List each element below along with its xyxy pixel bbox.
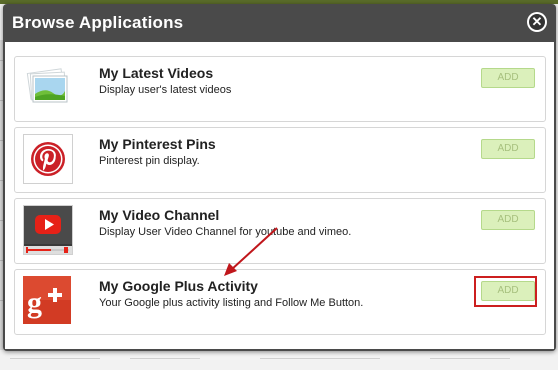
app-description: Pinterest pin display. (99, 155, 200, 167)
youtube-play-icon (23, 205, 73, 255)
app-name: My Video Channel (99, 207, 220, 223)
browse-applications-dialog: Browse Applications ✕ My Latest Videos D… (3, 4, 556, 351)
google-plus-icon: g (23, 276, 71, 324)
svg-text:g: g (27, 286, 42, 319)
app-description: Your Google plus activity listing and Fo… (99, 297, 364, 309)
app-description: Display user's latest videos (99, 84, 232, 96)
background-bottom-strip (0, 352, 558, 370)
app-row-latest-videos: My Latest Videos Display user's latest v… (14, 56, 546, 122)
app-row-video-channel: My Video Channel Display User Video Chan… (14, 198, 546, 264)
close-button[interactable]: ✕ (527, 12, 547, 32)
app-description: Display User Video Channel for youtube a… (99, 226, 352, 238)
app-row-google-plus-activity: g My Google Plus Activity Your Google pl… (14, 269, 546, 335)
app-name: My Latest Videos (99, 65, 214, 81)
add-button-video-channel[interactable]: ADD (481, 210, 535, 230)
close-icon[interactable]: ✕ (529, 14, 545, 30)
photo-stack-icon (23, 63, 71, 111)
dialog-titlebar: Browse Applications ✕ (3, 4, 556, 42)
applications-list: My Latest Videos Display user's latest v… (5, 42, 554, 349)
add-button-latest-videos[interactable]: ADD (481, 68, 535, 88)
dialog-title: Browse Applications (12, 13, 184, 32)
app-name: My Pinterest Pins (99, 136, 216, 152)
add-button-google-plus-activity[interactable]: ADD (481, 281, 535, 301)
app-name: My Google Plus Activity (99, 278, 258, 294)
pinterest-logo-icon (23, 134, 73, 184)
app-row-pinterest-pins: My Pinterest Pins Pinterest pin display.… (14, 127, 546, 193)
add-button-pinterest-pins[interactable]: ADD (481, 139, 535, 159)
